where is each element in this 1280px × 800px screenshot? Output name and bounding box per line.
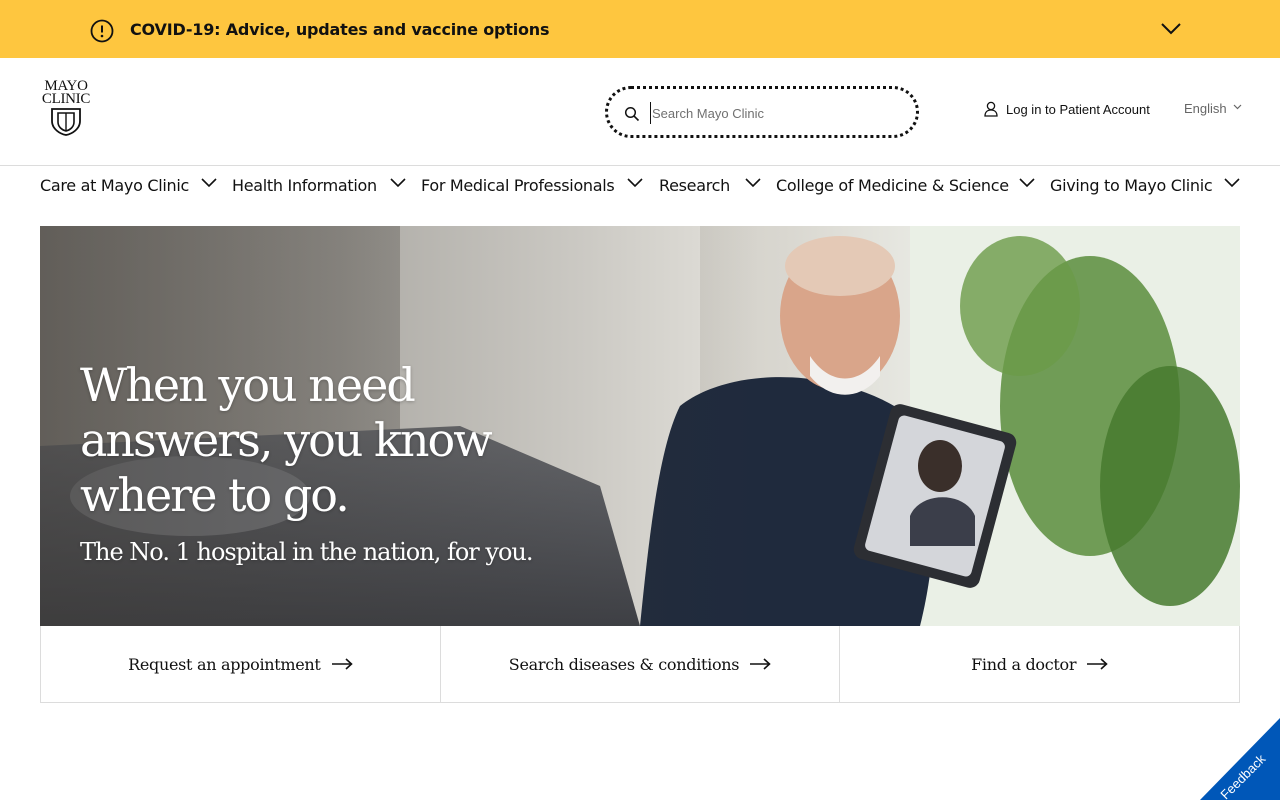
- nav-label[interactable]: College of Medicine & Science: [776, 176, 1009, 195]
- search-icon: [624, 106, 640, 122]
- search-box[interactable]: [605, 86, 919, 138]
- chevron-down-icon[interactable]: [390, 178, 406, 188]
- nav-item-giving[interactable]: Giving to Mayo Clinic: [1050, 176, 1213, 195]
- shield-logo-icon: [51, 108, 81, 136]
- hero-banner: When you need answers, you know where to…: [40, 226, 1240, 626]
- nav-item-research[interactable]: Research: [659, 176, 730, 195]
- site-header: MAYO CLINIC Log in to Patient Account En…: [0, 58, 1280, 166]
- nav-label[interactable]: For Medical Professionals: [421, 176, 615, 195]
- covid-banner-text[interactable]: COVID-19: Advice, updates and vaccine op…: [130, 20, 550, 39]
- arrow-right-icon: [1087, 658, 1108, 670]
- chevron-down-icon[interactable]: [1224, 178, 1240, 188]
- search-diseases-link[interactable]: Search diseases & conditions: [441, 626, 841, 702]
- hero-headline: When you need answers, you know where to…: [80, 358, 493, 522]
- request-appointment-link[interactable]: Request an appointment: [41, 626, 441, 702]
- mayo-clinic-logo[interactable]: MAYO CLINIC: [38, 79, 94, 140]
- login-label[interactable]: Log in to Patient Account: [1006, 102, 1150, 117]
- nav-label[interactable]: Health Information: [232, 176, 377, 195]
- chevron-down-icon: [1233, 104, 1242, 110]
- language-label[interactable]: English: [1184, 101, 1227, 116]
- search-input[interactable]: [650, 102, 900, 124]
- chevron-down-icon[interactable]: [1160, 22, 1182, 36]
- nav-item-medical-professionals[interactable]: For Medical Professionals: [421, 176, 615, 195]
- covid-banner[interactable]: COVID-19: Advice, updates and vaccine op…: [0, 0, 1280, 58]
- language-selector[interactable]: English: [1184, 101, 1242, 116]
- quick-link-label[interactable]: Search diseases & conditions: [509, 655, 740, 674]
- chevron-down-icon[interactable]: [745, 178, 761, 188]
- nav-label[interactable]: Research: [659, 176, 730, 195]
- nav-item-health-information[interactable]: Health Information: [232, 176, 377, 195]
- chevron-down-icon[interactable]: [201, 178, 217, 188]
- feedback-button[interactable]: Feedback: [1200, 718, 1280, 800]
- main-nav: Care at Mayo Clinic Health Information F…: [0, 166, 1280, 206]
- chevron-down-icon[interactable]: [1019, 178, 1035, 188]
- arrow-right-icon: [331, 658, 353, 670]
- quick-link-label[interactable]: Find a doctor: [971, 655, 1076, 674]
- quick-link-label[interactable]: Request an appointment: [128, 655, 321, 674]
- chevron-down-icon[interactable]: [627, 178, 643, 188]
- login-link[interactable]: Log in to Patient Account: [984, 101, 1150, 117]
- nav-label[interactable]: Giving to Mayo Clinic: [1050, 176, 1213, 195]
- exclamation-circle-icon: [90, 19, 114, 43]
- user-icon: [984, 101, 998, 117]
- nav-item-care[interactable]: Care at Mayo Clinic: [40, 176, 189, 195]
- arrow-right-icon: [750, 658, 771, 670]
- nav-label[interactable]: Care at Mayo Clinic: [40, 176, 189, 195]
- feedback-tab-shape: Feedback: [1200, 718, 1280, 800]
- nav-item-college[interactable]: College of Medicine & Science: [776, 176, 1009, 195]
- logo-text-line2: CLINIC: [41, 91, 91, 107]
- find-doctor-link[interactable]: Find a doctor: [840, 626, 1239, 702]
- hero-subheadline: The No. 1 hospital in the nation, for yo…: [80, 538, 533, 566]
- quick-links: Request an appointment Search diseases &…: [40, 626, 1240, 703]
